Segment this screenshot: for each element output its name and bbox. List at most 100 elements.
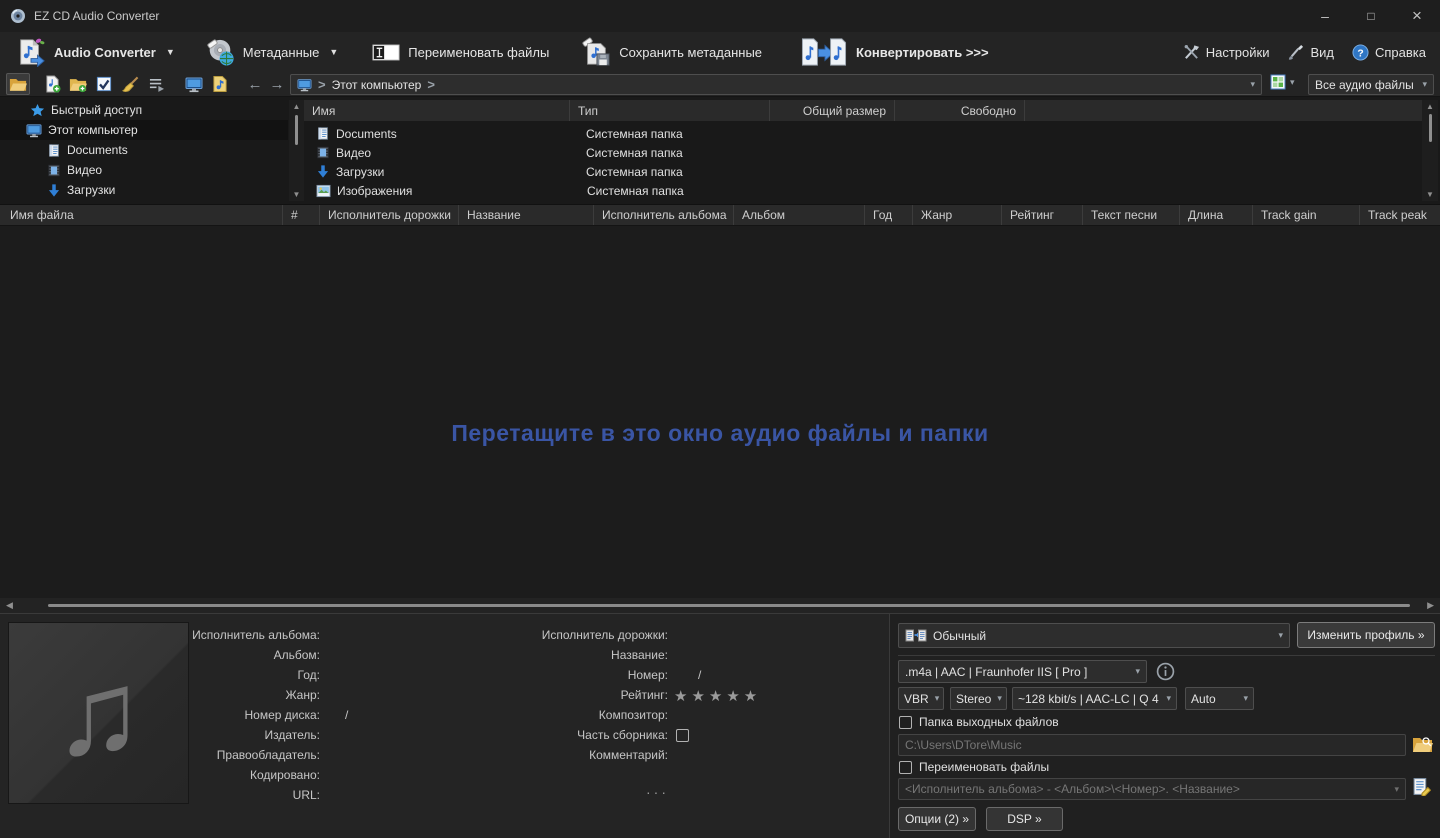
tree-item-videos[interactable]: Видео — [0, 160, 288, 180]
help-button[interactable]: ? Справка — [1352, 44, 1426, 61]
nav-forward-button[interactable]: → — [266, 73, 288, 95]
file-row-downloads[interactable]: Загрузки Системная папка — [304, 162, 786, 181]
label-album-artist: Исполнитель альбома: — [170, 628, 320, 648]
breadcrumb-root[interactable]: Этот компьютер — [332, 78, 422, 92]
scroll-up-icon[interactable]: ▲ — [1426, 102, 1434, 111]
rename-pattern-select[interactable]: <Исполнитель альбома> - <Альбом>\<Номер>… — [898, 778, 1406, 800]
divider — [898, 655, 1435, 656]
output-folder-path-field[interactable]: C:\Users\DTore\Music — [898, 734, 1406, 756]
edit-profile-button[interactable]: Изменить профиль » — [1297, 622, 1435, 648]
minimize-button[interactable]: – — [1302, 0, 1348, 32]
scroll-down-icon[interactable]: ▼ — [293, 190, 301, 199]
scroll-right-icon[interactable]: ▶ — [1427, 600, 1434, 611]
column-header-track-gain[interactable]: Track gain — [1253, 205, 1360, 225]
file-row-videos[interactable]: Видео Системная папка — [304, 143, 786, 162]
select-all-button[interactable] — [92, 73, 116, 95]
chevron-down-icon: ▾ — [1243, 693, 1248, 704]
column-header-year[interactable]: Год — [865, 205, 913, 225]
playlist-button[interactable] — [144, 73, 168, 95]
save-metadata-icon — [581, 37, 611, 67]
file-filter-value: Все аудио файлы — [1315, 78, 1414, 92]
computer-icon — [26, 123, 42, 138]
nav-back-button[interactable]: ← — [244, 73, 266, 95]
bitrate-select[interactable]: ~128 kbit/s | AAC-LC | Q 4 ▾ — [1012, 687, 1177, 710]
column-header-lyrics[interactable]: Текст песни — [1083, 205, 1180, 225]
column-header-title[interactable]: Название — [459, 205, 594, 225]
sample-rate-select[interactable]: Auto ▾ — [1185, 687, 1254, 710]
options-button[interactable]: Опции (2) » — [898, 807, 976, 831]
column-header-album[interactable]: Альбом — [734, 205, 865, 225]
breadcrumb[interactable]: > Этот компьютер > ▾ — [290, 74, 1262, 95]
add-files-button[interactable] — [40, 73, 64, 95]
file-row-pictures[interactable]: Изображения Системная папка — [304, 181, 787, 200]
column-header-rating[interactable]: Рейтинг — [1002, 205, 1083, 225]
convert-button[interactable]: Конвертировать >>> — [792, 34, 997, 70]
column-header-album-artist[interactable]: Исполнитель альбома — [594, 205, 734, 225]
column-header-track-peak[interactable]: Track peak — [1360, 205, 1440, 225]
video-icon — [316, 145, 330, 160]
edit-pattern-icon[interactable] — [1412, 777, 1431, 796]
label-genre: Жанр: — [170, 688, 320, 708]
output-folder-checkbox[interactable] — [899, 716, 912, 729]
tree-item-label: Загрузки — [67, 183, 115, 197]
scroll-down-icon[interactable]: ▼ — [1426, 190, 1434, 199]
column-header-length[interactable]: Длина — [1180, 205, 1253, 225]
profile-select[interactable]: Обычный ▾ — [898, 623, 1290, 648]
music-folder-button[interactable] — [208, 73, 232, 95]
file-row-documents[interactable]: Documents Системная папка — [304, 124, 786, 143]
rating-stars[interactable]: ★★★★★ — [674, 687, 761, 705]
file-list-header: Имя Тип Общий размер Свободно — [304, 100, 1422, 121]
tree-item-documents[interactable]: Documents — [0, 140, 288, 160]
column-header-free[interactable]: Свободно — [895, 100, 1025, 121]
column-header-genre[interactable]: Жанр — [913, 205, 1002, 225]
horizontal-scrollbar[interactable]: ◀ ▶ — [0, 598, 1440, 613]
scroll-left-icon[interactable]: ◀ — [6, 600, 13, 611]
output-folder-checkbox-row[interactable]: Папка выходных файлов — [899, 715, 1059, 729]
format-select[interactable]: .m4a | AAC | Fraunhofer IIS [ Pro ] ▾ — [898, 660, 1147, 683]
view-button[interactable]: Вид — [1287, 44, 1334, 61]
maximize-button[interactable]: □ — [1348, 0, 1394, 32]
bitrate-mode-select[interactable]: VBR ▾ — [898, 687, 944, 710]
audio-converter-menu[interactable]: Audio Converter ▼ — [8, 34, 183, 70]
file-list-scrollbar-thumb[interactable] — [1429, 114, 1432, 142]
view-mode-button[interactable]: ▾ — [1270, 74, 1295, 90]
column-header-type[interactable]: Тип — [570, 100, 770, 121]
file-filter-select[interactable]: Все аудио файлы ▾ — [1308, 74, 1434, 95]
open-folder-button[interactable] — [6, 73, 30, 95]
label-composer: Композитор: — [430, 708, 668, 728]
column-header-filename[interactable]: Имя файла — [0, 205, 283, 225]
tree-scrollbar-thumb[interactable] — [295, 115, 298, 145]
horizontal-scrollbar-thumb[interactable] — [48, 604, 1410, 607]
tree-item-quick-access[interactable]: Быстрый доступ — [0, 100, 288, 120]
label-track-number: Номер: — [430, 668, 668, 688]
browse-folder-icon[interactable] — [1412, 735, 1433, 753]
save-metadata-button[interactable]: Сохранить метаданные — [573, 34, 770, 70]
track-list-drop-area[interactable]: Перетащите в это окно аудио файлы и папк… — [0, 226, 1440, 598]
desktop-button[interactable] — [182, 73, 206, 95]
tree-item-this-pc[interactable]: Этот компьютер — [0, 120, 288, 140]
label-album: Альбом: — [170, 648, 320, 668]
clear-list-button[interactable] — [118, 73, 142, 95]
metadata-menu[interactable]: Метаданные ▼ — [197, 34, 346, 70]
file-name: Видео — [336, 146, 566, 160]
rename-files-checkbox-row[interactable]: Переименовать файлы — [899, 760, 1049, 774]
column-header-name[interactable]: Имя — [304, 100, 570, 121]
column-header-track-artist[interactable]: Исполнитель дорожки — [320, 205, 459, 225]
settings-button[interactable]: Настройки — [1183, 44, 1270, 61]
column-header-number[interactable]: # — [283, 205, 320, 225]
add-folder-button[interactable] — [66, 73, 90, 95]
scroll-up-icon[interactable]: ▲ — [293, 102, 301, 111]
metadata-more-button[interactable]: ··· — [646, 784, 669, 800]
format-info-icon[interactable] — [1156, 662, 1175, 681]
svg-text:?: ? — [1357, 48, 1363, 59]
column-header-total-size[interactable]: Общий размер — [770, 100, 895, 121]
dsp-button[interactable]: DSP » — [986, 807, 1063, 831]
channels-select[interactable]: Stereo ▾ — [950, 687, 1007, 710]
rename-files-button[interactable]: Переименовать файлы — [364, 34, 557, 70]
rename-files-checkbox[interactable] — [899, 761, 912, 774]
close-button[interactable]: × — [1394, 0, 1440, 32]
album-art-placeholder[interactable]: ♫ — [8, 622, 189, 804]
tree-item-downloads[interactable]: Загрузки — [0, 180, 288, 200]
bitrate-value: ~128 kbit/s | AAC-LC | Q 4 — [1018, 692, 1159, 706]
compilation-checkbox[interactable] — [676, 729, 689, 742]
